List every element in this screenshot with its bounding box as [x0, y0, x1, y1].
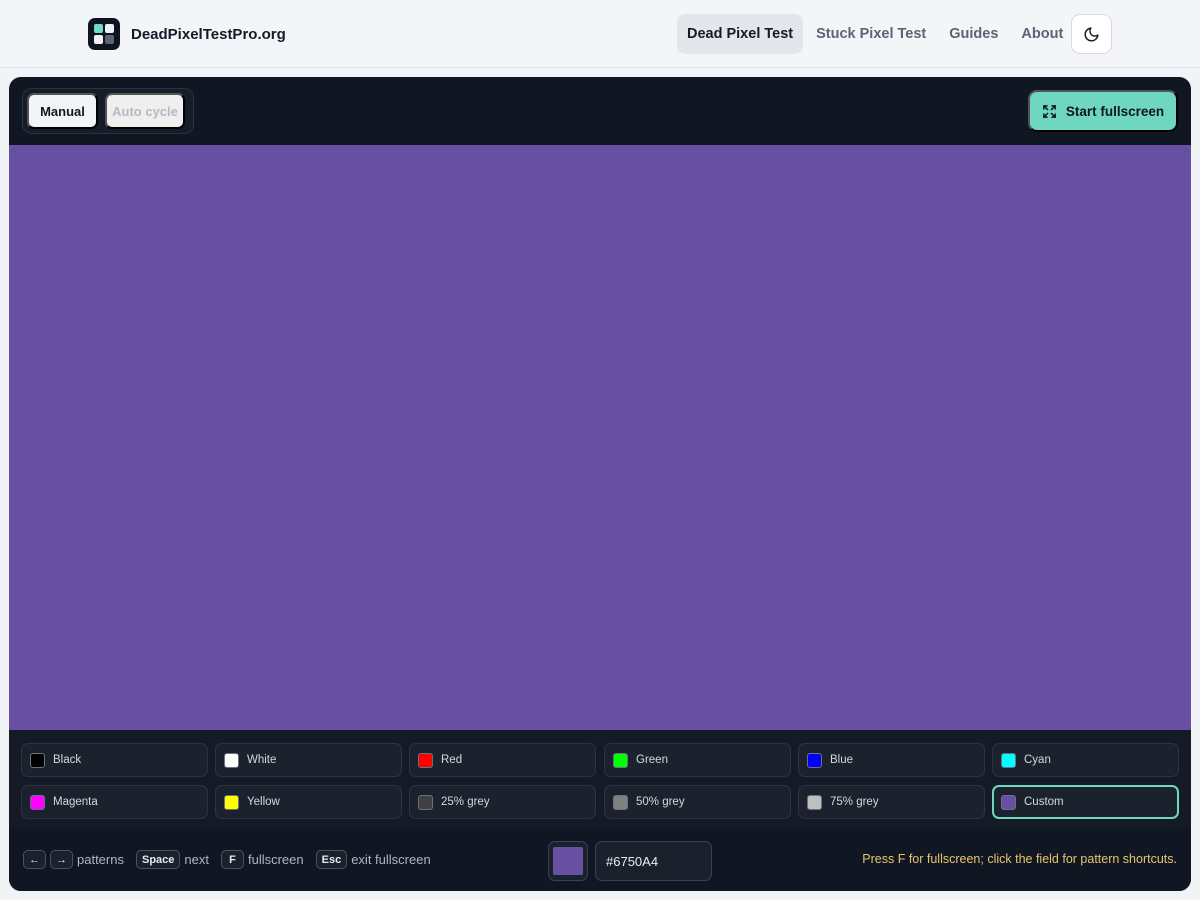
- swatch-chip: [224, 752, 239, 768]
- esc-key: Esc: [315, 850, 348, 869]
- right-arrow-key: →: [50, 850, 73, 869]
- nav-about[interactable]: About: [1011, 14, 1073, 54]
- expand-icon: [1042, 104, 1056, 118]
- swatch-chip: [30, 752, 45, 768]
- esc-description: exit fullscreen: [351, 852, 431, 867]
- swatch-chip: [418, 752, 433, 768]
- swatch-label: 50% grey: [636, 796, 685, 808]
- space-key: Space: [135, 850, 181, 869]
- swatch-label: Custom: [1024, 796, 1064, 808]
- swatch-red[interactable]: Red: [409, 743, 596, 777]
- swatch-chip: [807, 752, 822, 768]
- swatch-chip: [30, 794, 45, 810]
- swatch-50-grey[interactable]: 50% grey: [604, 785, 791, 819]
- swatch-label: 75% grey: [830, 796, 879, 808]
- swatch-label: Cyan: [1024, 754, 1051, 766]
- test-panel: Manual Auto cycle Start fullscreen Black…: [9, 77, 1191, 891]
- main-nav: Dead Pixel Test Stuck Pixel Test Guides …: [677, 14, 1073, 54]
- swatch-chip: [224, 794, 239, 810]
- swatch-label: Yellow: [247, 796, 280, 808]
- swatch-blue[interactable]: Blue: [798, 743, 985, 777]
- swatch-black[interactable]: Black: [21, 743, 208, 777]
- fullscreen-hint: Press F for fullscreen; click the field …: [862, 852, 1177, 866]
- swatch-label: Black: [53, 754, 82, 766]
- swatch-label: Blue: [830, 754, 854, 766]
- control-footer: ← → patterns Space next F fullscreen Esc…: [9, 828, 1191, 891]
- brand-name: DeadPixelTestPro.org: [131, 25, 286, 43]
- custom-color-picker[interactable]: [548, 841, 588, 881]
- swatch-label: 25% grey: [441, 796, 490, 808]
- swatch-yellow[interactable]: Yellow: [215, 785, 402, 819]
- swatch-label: Red: [441, 754, 463, 766]
- top-navigation: DeadPixelTestPro.org Dead Pixel Test Stu…: [0, 0, 1200, 68]
- mode-auto-cycle-button[interactable]: Auto cycle: [105, 93, 185, 129]
- pixel-grid-logo: [88, 18, 120, 50]
- swatch-chip: [613, 752, 628, 768]
- swatch-label: Green: [636, 754, 668, 766]
- nav-stuck-pixel-test[interactable]: Stuck Pixel Test: [806, 14, 936, 54]
- space-description: next: [184, 852, 209, 867]
- swatch-white[interactable]: White: [215, 743, 402, 777]
- nav-dead-pixel-test[interactable]: Dead Pixel Test: [677, 14, 804, 54]
- swatch-chip: [1001, 794, 1016, 810]
- f-key: F: [220, 850, 244, 869]
- color-swatches: Black White Red Green Blue Cyan Magenta: [9, 730, 1191, 828]
- swatch-cyan[interactable]: Cyan: [992, 743, 1179, 777]
- arrows-description: patterns: [77, 852, 124, 867]
- swatch-custom[interactable]: Custom: [992, 785, 1179, 819]
- swatch-chip: [613, 794, 628, 810]
- swatch-chip: [807, 794, 822, 810]
- mode-manual-button[interactable]: Manual: [27, 93, 98, 129]
- test-color-canvas[interactable]: [9, 145, 1191, 730]
- nav-guides[interactable]: Guides: [939, 14, 1008, 54]
- keyboard-shortcuts: ← → patterns Space next F fullscreen Esc…: [23, 850, 431, 869]
- mode-toggle: Manual Auto cycle: [22, 88, 194, 134]
- swatch-chip: [418, 794, 433, 810]
- left-arrow-key: ←: [23, 850, 46, 869]
- theme-toggle-button[interactable]: [1071, 14, 1112, 54]
- f-description: fullscreen: [247, 852, 304, 867]
- swatch-label: Magenta: [53, 796, 98, 808]
- swatch-25-grey[interactable]: 25% grey: [409, 785, 596, 819]
- brand[interactable]: DeadPixelTestPro.org: [88, 18, 286, 50]
- swatch-75-grey[interactable]: 75% grey: [798, 785, 985, 819]
- swatch-green[interactable]: Green: [604, 743, 791, 777]
- swatch-label: White: [247, 754, 277, 766]
- start-fullscreen-label: Start fullscreen: [1065, 103, 1165, 119]
- start-fullscreen-button[interactable]: Start fullscreen: [1028, 90, 1178, 132]
- swatch-chip: [1001, 752, 1016, 768]
- swatch-magenta[interactable]: Magenta: [21, 785, 208, 819]
- moon-icon: [1084, 26, 1099, 41]
- custom-hex-input[interactable]: [595, 841, 712, 881]
- picker-color-preview: [553, 847, 583, 875]
